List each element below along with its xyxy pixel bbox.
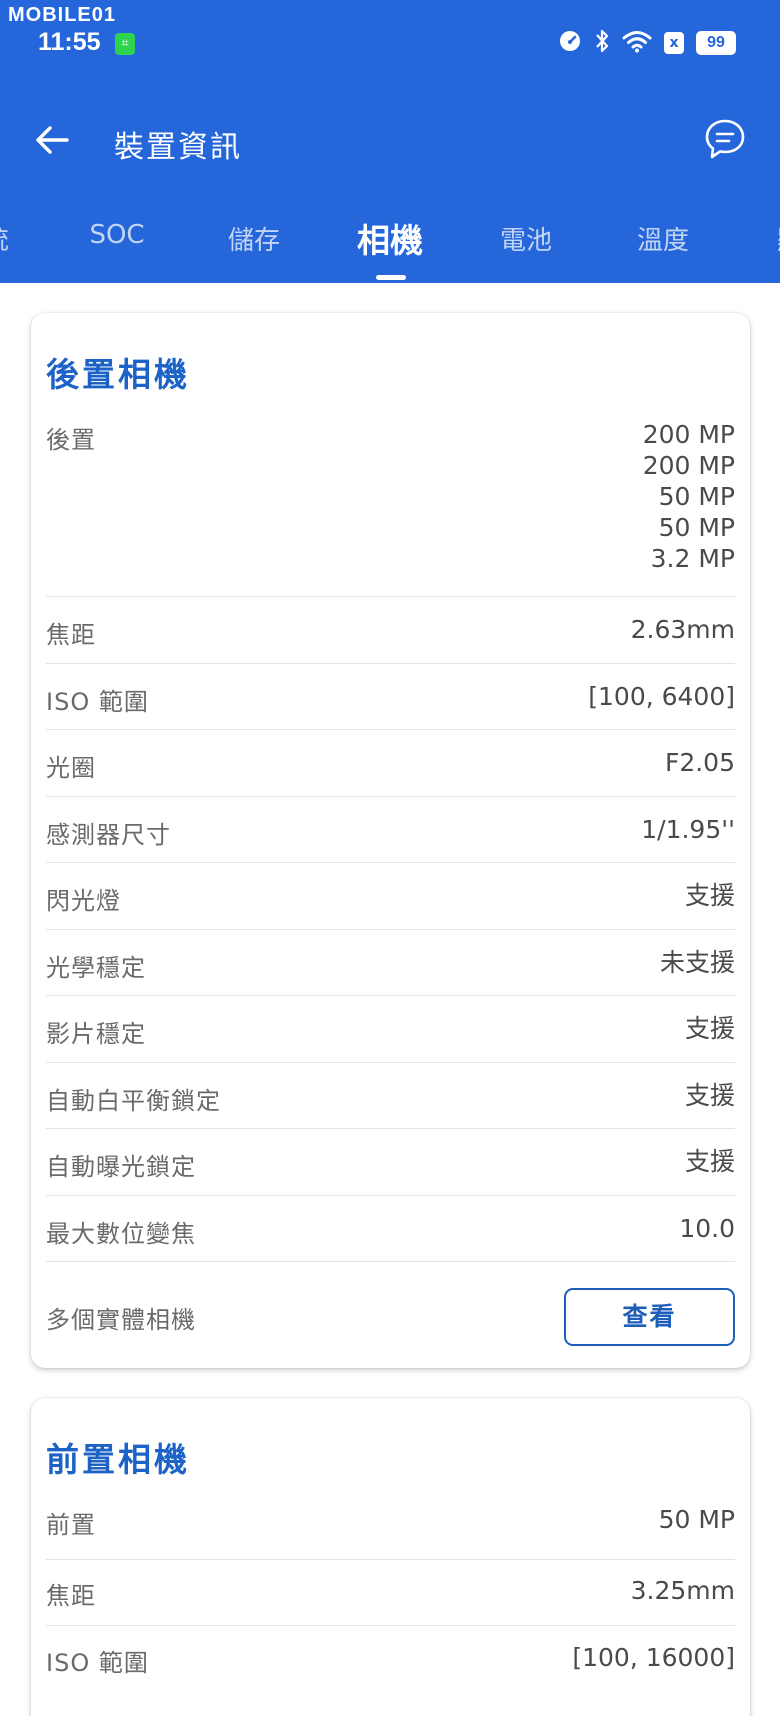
tab-temperature[interactable]: 溫度 bbox=[637, 220, 689, 257]
row-label: 最大數位變焦 bbox=[46, 1220, 196, 1248]
watermark-logo: MOBILE01 bbox=[8, 4, 117, 26]
app-bar: MOBILE01 11:55 ⌗ x 99 裝置資訊 統 SOC 儲存 相機 電… bbox=[0, 0, 780, 283]
row-label: 閃光燈 bbox=[46, 887, 121, 915]
row-label: 多個實體相機 bbox=[46, 1306, 196, 1334]
row-label: 光學穩定 bbox=[46, 954, 146, 982]
row-label: 焦距 bbox=[46, 621, 96, 649]
row-value: [100, 6400] bbox=[588, 682, 735, 711]
row-value: 支援 bbox=[684, 881, 735, 910]
video-stabilization-row: 影片穩定 支援 bbox=[46, 996, 735, 1063]
row-value: 支援 bbox=[684, 1081, 735, 1110]
optical-stabilization-row: 光學穩定 未支援 bbox=[46, 930, 735, 996]
row-label: 自動白平衡鎖定 bbox=[46, 1087, 221, 1115]
resolution-value: 3.2 MP bbox=[650, 544, 735, 573]
iso-range-row: ISO 範圍 [100, 6400] bbox=[46, 664, 735, 730]
tab-storage[interactable]: 儲存 bbox=[228, 220, 280, 257]
row-value: 支援 bbox=[684, 1014, 735, 1043]
tab-battery[interactable]: 電池 bbox=[500, 220, 552, 257]
feedback-button[interactable] bbox=[700, 114, 750, 164]
chat-bubble-icon bbox=[705, 119, 745, 159]
wifi-icon bbox=[622, 29, 652, 57]
resolution-value: 200 MP bbox=[642, 420, 735, 449]
focal-length-row: 焦距 2.63mm bbox=[46, 597, 735, 664]
resolution-value: 50 MP bbox=[658, 513, 735, 542]
row-label: 焦距 bbox=[46, 1582, 96, 1610]
row-value: 支援 bbox=[684, 1147, 735, 1176]
row-value: F2.05 bbox=[664, 748, 735, 777]
row-label: 感測器尺寸 bbox=[46, 821, 171, 849]
physical-cameras-row: 多個實體相機 查看 bbox=[46, 1262, 735, 1362]
row-value: [100, 16000] bbox=[572, 1643, 735, 1672]
aperture-row: 光圈 F2.05 bbox=[46, 730, 735, 797]
front-iso-range-row: ISO 範圍 [100, 16000] bbox=[46, 1626, 735, 1693]
back-button[interactable] bbox=[30, 118, 74, 162]
row-value: 3.25mm bbox=[630, 1576, 735, 1605]
row-label: 後置 bbox=[46, 426, 96, 454]
active-tab-indicator bbox=[376, 275, 406, 280]
row-value: 2.63mm bbox=[630, 615, 735, 644]
row-value: 10.0 bbox=[679, 1214, 735, 1243]
flash-row: 閃光燈 支援 bbox=[46, 863, 735, 930]
row-label: ISO 範圍 bbox=[46, 688, 149, 716]
row-value: 50 MP bbox=[658, 1505, 735, 1534]
resolution-value: 200 MP bbox=[642, 451, 735, 480]
status-bar: MOBILE01 11:55 ⌗ x 99 bbox=[0, 0, 780, 70]
tab-camera[interactable]: 相機 bbox=[357, 214, 423, 262]
row-label: 光圈 bbox=[46, 754, 96, 782]
row-value: 未支援 bbox=[659, 948, 735, 977]
row-label: 自動曝光鎖定 bbox=[46, 1153, 196, 1181]
status-icons: x 99 bbox=[558, 28, 736, 58]
bluetooth-icon bbox=[594, 28, 610, 58]
tab-soc[interactable]: SOC bbox=[89, 220, 144, 250]
front-resolution-row: 前置 50 MP bbox=[46, 1493, 735, 1560]
status-time: 11:55 bbox=[38, 28, 101, 56]
max-digital-zoom-row: 最大數位變焦 10.0 bbox=[46, 1196, 735, 1262]
row-label: 前置 bbox=[46, 1511, 96, 1539]
row-label: ISO 範圍 bbox=[46, 1649, 149, 1677]
rear-resolution-row: 後置 200 MP 200 MP 50 MP 50 MP 3.2 MP bbox=[46, 408, 735, 597]
front-camera-title: 前置相機 bbox=[46, 1440, 190, 1479]
sensor-size-row: 感測器尺寸 1/1.95'' bbox=[46, 797, 735, 863]
battery-indicator: 99 bbox=[696, 31, 736, 55]
row-value: 1/1.95'' bbox=[641, 815, 735, 844]
view-physical-cameras-button[interactable]: 查看 bbox=[564, 1288, 735, 1346]
tab-bar: 統 SOC 儲存 相機 電池 溫度 顯 bbox=[0, 210, 780, 283]
front-camera-card: 前置相機 前置 50 MP 焦距 3.25mm ISO 範圍 [100, 160… bbox=[31, 1398, 750, 1716]
rear-resolution-values: 200 MP 200 MP 50 MP 50 MP 3.2 MP bbox=[643, 419, 735, 574]
page-title: 裝置資訊 bbox=[114, 130, 242, 165]
resolution-value: 50 MP bbox=[658, 482, 735, 511]
awb-lock-row: 自動白平衡鎖定 支援 bbox=[46, 1063, 735, 1129]
speedometer-icon bbox=[558, 29, 582, 57]
sim-x-icon: x bbox=[664, 32, 684, 54]
arrow-left-icon bbox=[36, 126, 69, 154]
front-focal-length-row: 焦距 3.25mm bbox=[46, 1560, 735, 1626]
app-notification-icon: ⌗ bbox=[115, 33, 135, 55]
tab-system[interactable]: 統 bbox=[0, 220, 9, 257]
rear-camera-card: 後置相機 後置 200 MP 200 MP 50 MP 50 MP 3.2 MP… bbox=[31, 313, 750, 1368]
row-label: 影片穩定 bbox=[46, 1020, 146, 1048]
rear-camera-title: 後置相機 bbox=[46, 355, 190, 394]
ae-lock-row: 自動曝光鎖定 支援 bbox=[46, 1129, 735, 1196]
